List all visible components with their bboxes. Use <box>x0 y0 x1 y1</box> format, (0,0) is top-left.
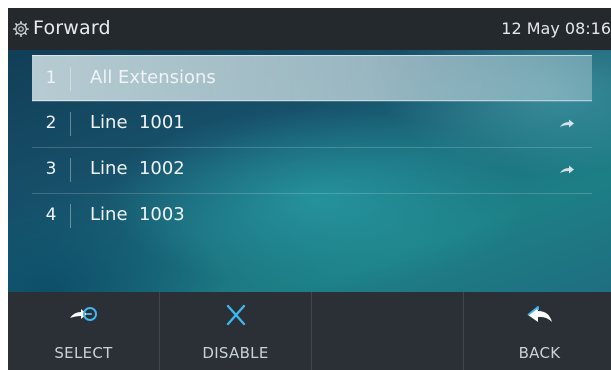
gear-icon <box>13 21 29 37</box>
date-time: 12 May 08:16 <box>501 19 611 38</box>
item-number: 3 <box>45 159 57 179</box>
disable-label: DISABLE <box>202 344 269 362</box>
back-arrow-icon <box>526 306 552 322</box>
item-label: Line 1001 <box>90 112 185 133</box>
select-softkey[interactable]: SELECT <box>8 292 159 370</box>
phone-screen: Forward 12 May 08:16 1 All Extensions 2 … <box>8 8 611 370</box>
select-forward-icon <box>69 307 97 321</box>
item-label: Line 1002 <box>90 158 185 179</box>
item-number: 1 <box>45 68 57 88</box>
forward-arrow-icon <box>560 165 574 174</box>
item-label: Line 1003 <box>90 204 185 225</box>
empty-softkey[interactable] <box>312 292 463 370</box>
page-title: Forward <box>33 17 111 39</box>
item-separator <box>70 112 71 136</box>
item-separator <box>70 158 71 182</box>
item-separator <box>70 204 71 228</box>
list-item-line-1003[interactable]: 4 Line 1003 <box>32 193 592 239</box>
forward-list: 1 All Extensions 2 Line 1001 3 Line 1002… <box>8 50 611 292</box>
close-icon <box>226 304 245 326</box>
forward-arrow-icon <box>560 119 574 128</box>
list-item-all-extensions[interactable]: 1 All Extensions <box>32 55 592 101</box>
item-separator <box>70 67 71 91</box>
list-item-line-1002[interactable]: 3 Line 1002 <box>32 147 592 193</box>
list-item-line-1001[interactable]: 2 Line 1001 <box>32 101 592 147</box>
item-number: 2 <box>45 113 57 133</box>
back-label: BACK <box>518 344 561 362</box>
disable-softkey[interactable]: DISABLE <box>160 292 311 370</box>
back-softkey[interactable]: BACK <box>464 292 611 370</box>
softkey-bar: SELECT DISABLE BACK <box>8 292 611 370</box>
item-label: All Extensions <box>90 67 216 88</box>
item-number: 4 <box>45 205 57 225</box>
title-bar: Forward 12 May 08:16 <box>8 8 611 50</box>
select-label: SELECT <box>54 344 113 362</box>
